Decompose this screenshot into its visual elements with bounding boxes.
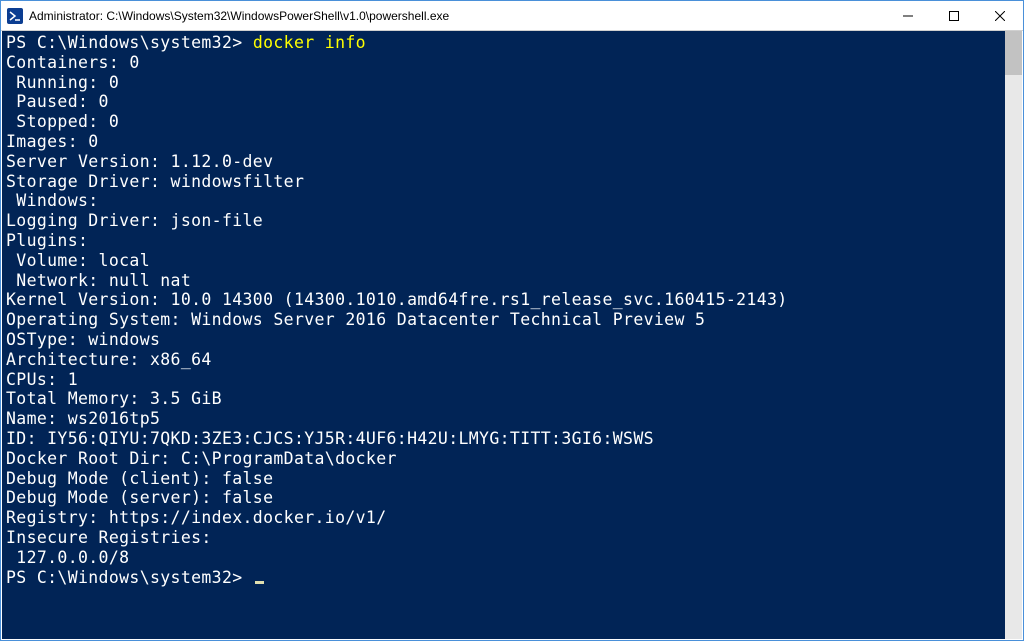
output-line: Name: ws2016tp5: [6, 409, 160, 428]
output-line: Images: 0: [6, 132, 99, 151]
maximize-button[interactable]: [931, 1, 977, 30]
output-line: Volume: local: [6, 251, 150, 270]
output-line: Network: null nat: [6, 271, 191, 290]
output-line: OSType: windows: [6, 330, 160, 349]
output-line: Stopped: 0: [6, 112, 119, 131]
output-line: Plugins:: [6, 231, 88, 250]
output-line: Total Memory: 3.5 GiB: [6, 389, 222, 408]
prompt: PS C:\Windows\system32>: [6, 568, 253, 587]
output-line: Kernel Version: 10.0 14300 (14300.1010.a…: [6, 290, 788, 309]
output-line: ID: IY56:QIYU:7QKD:3ZE3:CJCS:YJ5R:4UF6:H…: [6, 429, 654, 448]
output-line: Logging Driver: json-file: [6, 211, 263, 230]
terminal-area: PS C:\Windows\system32> docker info Cont…: [2, 31, 1022, 639]
output-line: 127.0.0.0/8: [6, 548, 129, 567]
output-line: Insecure Registries:: [6, 528, 212, 547]
window-controls: [885, 1, 1023, 30]
command-text: docker info: [253, 33, 366, 52]
output-line: Debug Mode (server): false: [6, 488, 273, 507]
window-title: Administrator: C:\Windows\System32\Windo…: [29, 9, 885, 23]
output-line: Windows:: [6, 191, 99, 210]
vertical-scrollbar[interactable]: [1005, 31, 1022, 639]
output-line: CPUs: 1: [6, 370, 78, 389]
output-line: Debug Mode (client): false: [6, 469, 273, 488]
powershell-window: Administrator: C:\Windows\System32\Windo…: [0, 0, 1024, 641]
output-line: Registry: https://index.docker.io/v1/: [6, 508, 387, 527]
cursor: [255, 581, 264, 584]
output-line: Operating System: Windows Server 2016 Da…: [6, 310, 705, 329]
output-line: Storage Driver: windowsfilter: [6, 172, 304, 191]
output-line: Running: 0: [6, 73, 119, 92]
close-button[interactable]: [977, 1, 1023, 30]
titlebar[interactable]: Administrator: C:\Windows\System32\Windo…: [1, 1, 1023, 31]
scrollbar-thumb[interactable]: [1005, 31, 1022, 75]
output-line: Paused: 0: [6, 92, 109, 111]
minimize-button[interactable]: [885, 1, 931, 30]
output-line: Server Version: 1.12.0-dev: [6, 152, 273, 171]
output-line: Containers: 0: [6, 53, 140, 72]
output-line: Architecture: x86_64: [6, 350, 212, 369]
terminal-output[interactable]: PS C:\Windows\system32> docker info Cont…: [2, 31, 1005, 639]
prompt: PS C:\Windows\system32>: [6, 33, 253, 52]
powershell-app-icon: [7, 8, 23, 24]
output-line: Docker Root Dir: C:\ProgramData\docker: [6, 449, 397, 468]
